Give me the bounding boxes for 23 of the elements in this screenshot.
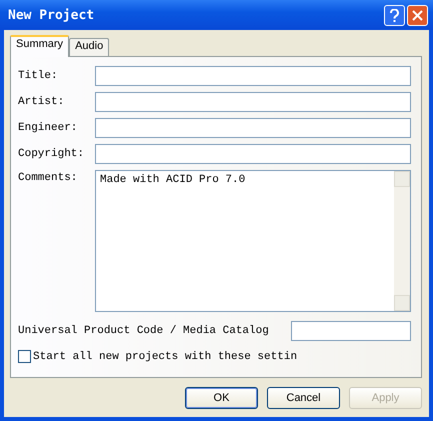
tab[interactable]: Audio — [69, 38, 110, 56]
close-icon — [412, 10, 423, 20]
help-button[interactable] — [384, 4, 405, 26]
tab[interactable]: Summary — [10, 35, 70, 57]
dialog-button[interactable]: Cancel — [267, 387, 340, 409]
checkbox-label[interactable]: Start all new projects with these settin — [33, 350, 298, 362]
field-label: Engineer: — [18, 122, 78, 134]
field-label: Universal Product Code / Media Catalog — [18, 325, 269, 337]
comments-field[interactable]: Made with ACID Pro 7.0 — [95, 170, 411, 312]
field-label: Artist: — [18, 96, 66, 108]
input-field[interactable] — [95, 66, 411, 86]
question-mark-icon — [389, 8, 400, 22]
dialog-button[interactable]: OK — [185, 387, 258, 409]
checkbox[interactable] — [18, 350, 31, 363]
field-label: Title: — [18, 70, 59, 82]
field-label: Copyright: — [18, 148, 86, 160]
window-title: New Project — [8, 8, 94, 22]
input-field[interactable] — [95, 118, 411, 138]
close-button[interactable] — [407, 4, 428, 26]
input-field[interactable] — [95, 92, 411, 112]
input-field[interactable] — [291, 321, 411, 341]
input-field[interactable] — [95, 144, 411, 164]
field-label: Comments: — [18, 172, 78, 184]
